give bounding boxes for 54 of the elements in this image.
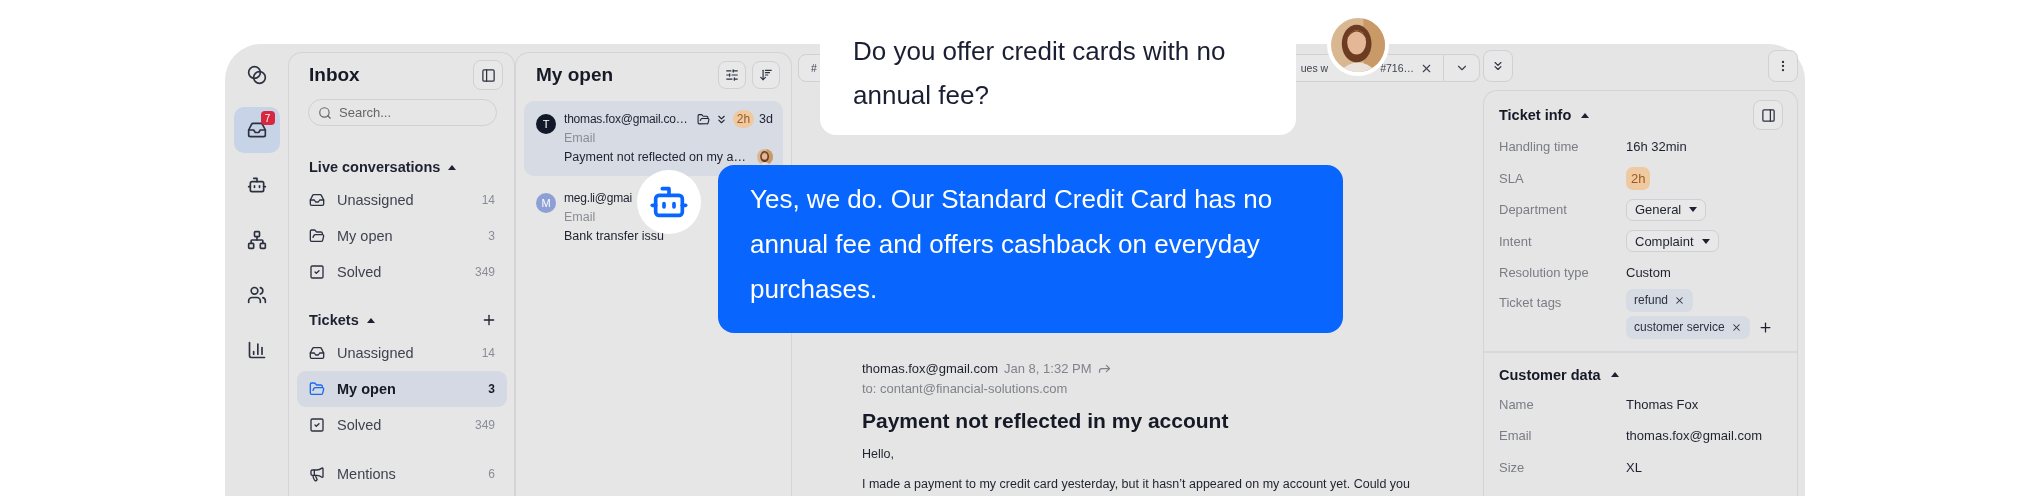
field-label: Size	[1499, 459, 1526, 475]
email-body: I made a payment to my credit card yesterday, but it hasn’t appeared on my account yet. Could you	[862, 476, 1411, 492]
field-label: Email	[1499, 428, 1533, 444]
age-text: 3d	[759, 112, 773, 126]
field-label: Intent	[1499, 233, 1533, 249]
field-label: Name	[1499, 396, 1535, 412]
subject-text: Bank transfer issu	[564, 229, 666, 243]
panel-title: My open	[536, 64, 614, 86]
item-label: Unassigned	[337, 345, 415, 361]
recipient-text: to: contant@financial-solutions.com	[862, 380, 1068, 396]
subject-text: Payment not reflected on my a…	[564, 150, 748, 164]
bot-reply-tooltip: Yes, we do. Our Standard Credit Card has no annual fee and offers cashback on everyday purchases.	[718, 165, 1343, 333]
field-label: Department	[1499, 202, 1568, 218]
email-subject: Payment not reflected in my account	[862, 408, 1230, 434]
count-badge: 7	[260, 111, 275, 125]
section-title: Ticket info	[1499, 107, 1572, 123]
item-count: 14	[481, 193, 495, 207]
sla-badge: 2h	[1626, 166, 1651, 190]
email-time: Jan 8, 1:32 PM	[1004, 360, 1092, 376]
section-title: Tickets	[309, 312, 359, 328]
field-label: SLA	[1499, 170, 1525, 186]
field-value: thomas.fox@gmail.com	[1626, 428, 1763, 444]
item-count: 349	[474, 265, 495, 279]
field-label: Handling time	[1499, 139, 1580, 155]
item-label: My open	[337, 228, 394, 244]
section-title: Live conversations	[309, 159, 441, 175]
item-count: 3	[488, 382, 495, 396]
item-count: 6	[488, 467, 495, 481]
item-label: My open	[337, 381, 397, 397]
field-value: Thomas Fox	[1626, 396, 1699, 412]
item-label: Solved	[337, 417, 383, 433]
channel-text: Email	[564, 210, 596, 224]
item-count: 14	[481, 346, 495, 360]
channel-text: Email	[564, 131, 596, 145]
item-count: 3	[488, 229, 495, 243]
item-label: Mentions	[337, 466, 397, 482]
panel-title: Inbox	[309, 64, 360, 86]
field-value: 16h 32min	[1626, 139, 1687, 155]
sla-badge: 2h	[732, 110, 755, 128]
item-label: Solved	[337, 264, 383, 280]
avatar: M	[536, 193, 556, 213]
field-label: Resolution type	[1499, 265, 1590, 281]
field-value: Custom	[1626, 265, 1671, 281]
section-title: Customer data	[1499, 366, 1601, 383]
email-greeting: Hello,	[862, 446, 895, 462]
field-value: XL	[1626, 459, 1642, 475]
avatar: T	[536, 114, 556, 134]
field-label: Ticket tags	[1499, 294, 1563, 310]
item-count: 349	[474, 418, 495, 432]
sender-email: thomas.fox@gmail.com	[862, 360, 999, 376]
tag-chip: customer service	[1626, 315, 1750, 339]
tag-chip: refund	[1626, 288, 1694, 312]
sender-email: thomas.fox@gmail.co…	[564, 112, 689, 126]
item-label: Unassigned	[337, 192, 415, 208]
